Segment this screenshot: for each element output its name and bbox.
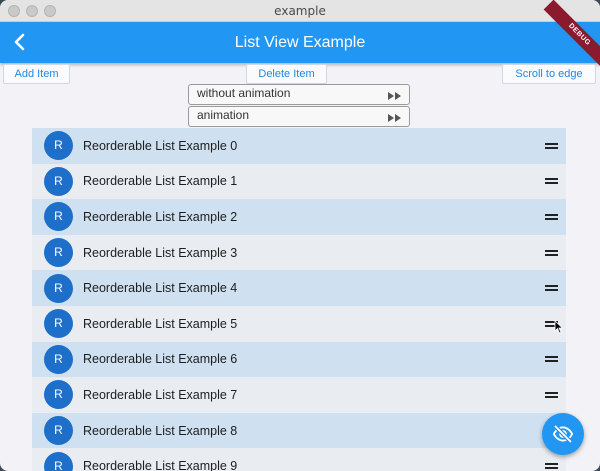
drag-handle-icon[interactable] xyxy=(545,463,558,470)
animation-label: animation xyxy=(197,108,250,122)
list-item[interactable]: R Reorderable List Example 0 xyxy=(32,128,566,164)
avatar: R xyxy=(44,416,73,446)
list-item-label: Reorderable List Example 4 xyxy=(83,281,238,296)
list-item-label: Reorderable List Example 8 xyxy=(83,423,238,438)
list-item-label: Reorderable List Example 7 xyxy=(83,387,238,402)
avatar: R xyxy=(44,202,73,232)
scroll-to-edge-button[interactable]: Scroll to edge xyxy=(502,64,596,84)
list-item-label: Reorderable List Example 2 xyxy=(83,209,238,224)
avatar: R xyxy=(44,309,73,339)
animation-select[interactable]: animation xyxy=(188,106,410,127)
avatar: R xyxy=(44,238,73,268)
list-item[interactable]: R Reorderable List Example 1 xyxy=(32,163,566,200)
app-window: example List View Example DEBUG Add Item… xyxy=(0,0,600,471)
without-animation-select[interactable]: without animation xyxy=(188,84,410,105)
list-item[interactable]: R Reorderable List Example 4 xyxy=(32,270,566,306)
add-item-button[interactable]: Add Item xyxy=(3,64,70,84)
list-item-label: Reorderable List Example 9 xyxy=(83,459,238,471)
list-item-label: Reorderable List Example 3 xyxy=(83,245,238,260)
drag-handle-icon[interactable] xyxy=(545,391,558,398)
title-bar: example xyxy=(0,0,600,22)
list-item[interactable]: R Reorderable List Example 8 xyxy=(32,412,566,449)
visibility-off-icon xyxy=(553,425,573,443)
mouse-cursor-icon xyxy=(554,320,564,334)
app-bar: List View Example xyxy=(0,22,600,63)
drag-handle-icon[interactable] xyxy=(545,356,558,363)
drag-handle-icon[interactable] xyxy=(545,285,558,292)
avatar: R xyxy=(44,273,73,303)
avatar: R xyxy=(44,131,73,161)
page-title: List View Example xyxy=(234,34,366,51)
list-item-label: Reorderable List Example 0 xyxy=(83,138,238,153)
drag-handle-icon[interactable] xyxy=(545,249,558,256)
list-item[interactable]: R Reorderable List Example 3 xyxy=(32,234,566,271)
avatar: R xyxy=(44,380,73,410)
avatar: R xyxy=(44,344,73,374)
list-item-label: Reorderable List Example 6 xyxy=(83,352,238,367)
list-item[interactable]: R Reorderable List Example 7 xyxy=(32,377,566,413)
without-animation-label: without animation xyxy=(197,86,291,100)
drag-handle-icon[interactable] xyxy=(545,142,558,149)
list-item-label: Reorderable List Example 5 xyxy=(83,316,238,331)
drag-handle-icon[interactable] xyxy=(545,213,558,220)
list-item[interactable]: R Reorderable List Example 6 xyxy=(32,341,566,378)
toggle-visibility-fab[interactable] xyxy=(542,413,584,455)
reorderable-list: R Reorderable List Example 0 R Reorderab… xyxy=(32,128,566,471)
fast-forward-icon xyxy=(388,114,401,122)
avatar: R xyxy=(44,166,73,196)
list-item[interactable]: R Reorderable List Example 5 xyxy=(32,305,566,342)
window-title: example xyxy=(274,4,326,18)
delete-item-button[interactable]: Delete Item xyxy=(246,64,327,84)
list-item[interactable]: R Reorderable List Example 2 xyxy=(32,199,566,235)
avatar: R xyxy=(44,451,73,471)
list-item-label: Reorderable List Example 1 xyxy=(83,174,238,189)
drag-handle-icon[interactable] xyxy=(545,178,558,185)
list-item[interactable]: R Reorderable List Example 9 xyxy=(32,448,566,471)
fast-forward-icon xyxy=(388,92,401,100)
